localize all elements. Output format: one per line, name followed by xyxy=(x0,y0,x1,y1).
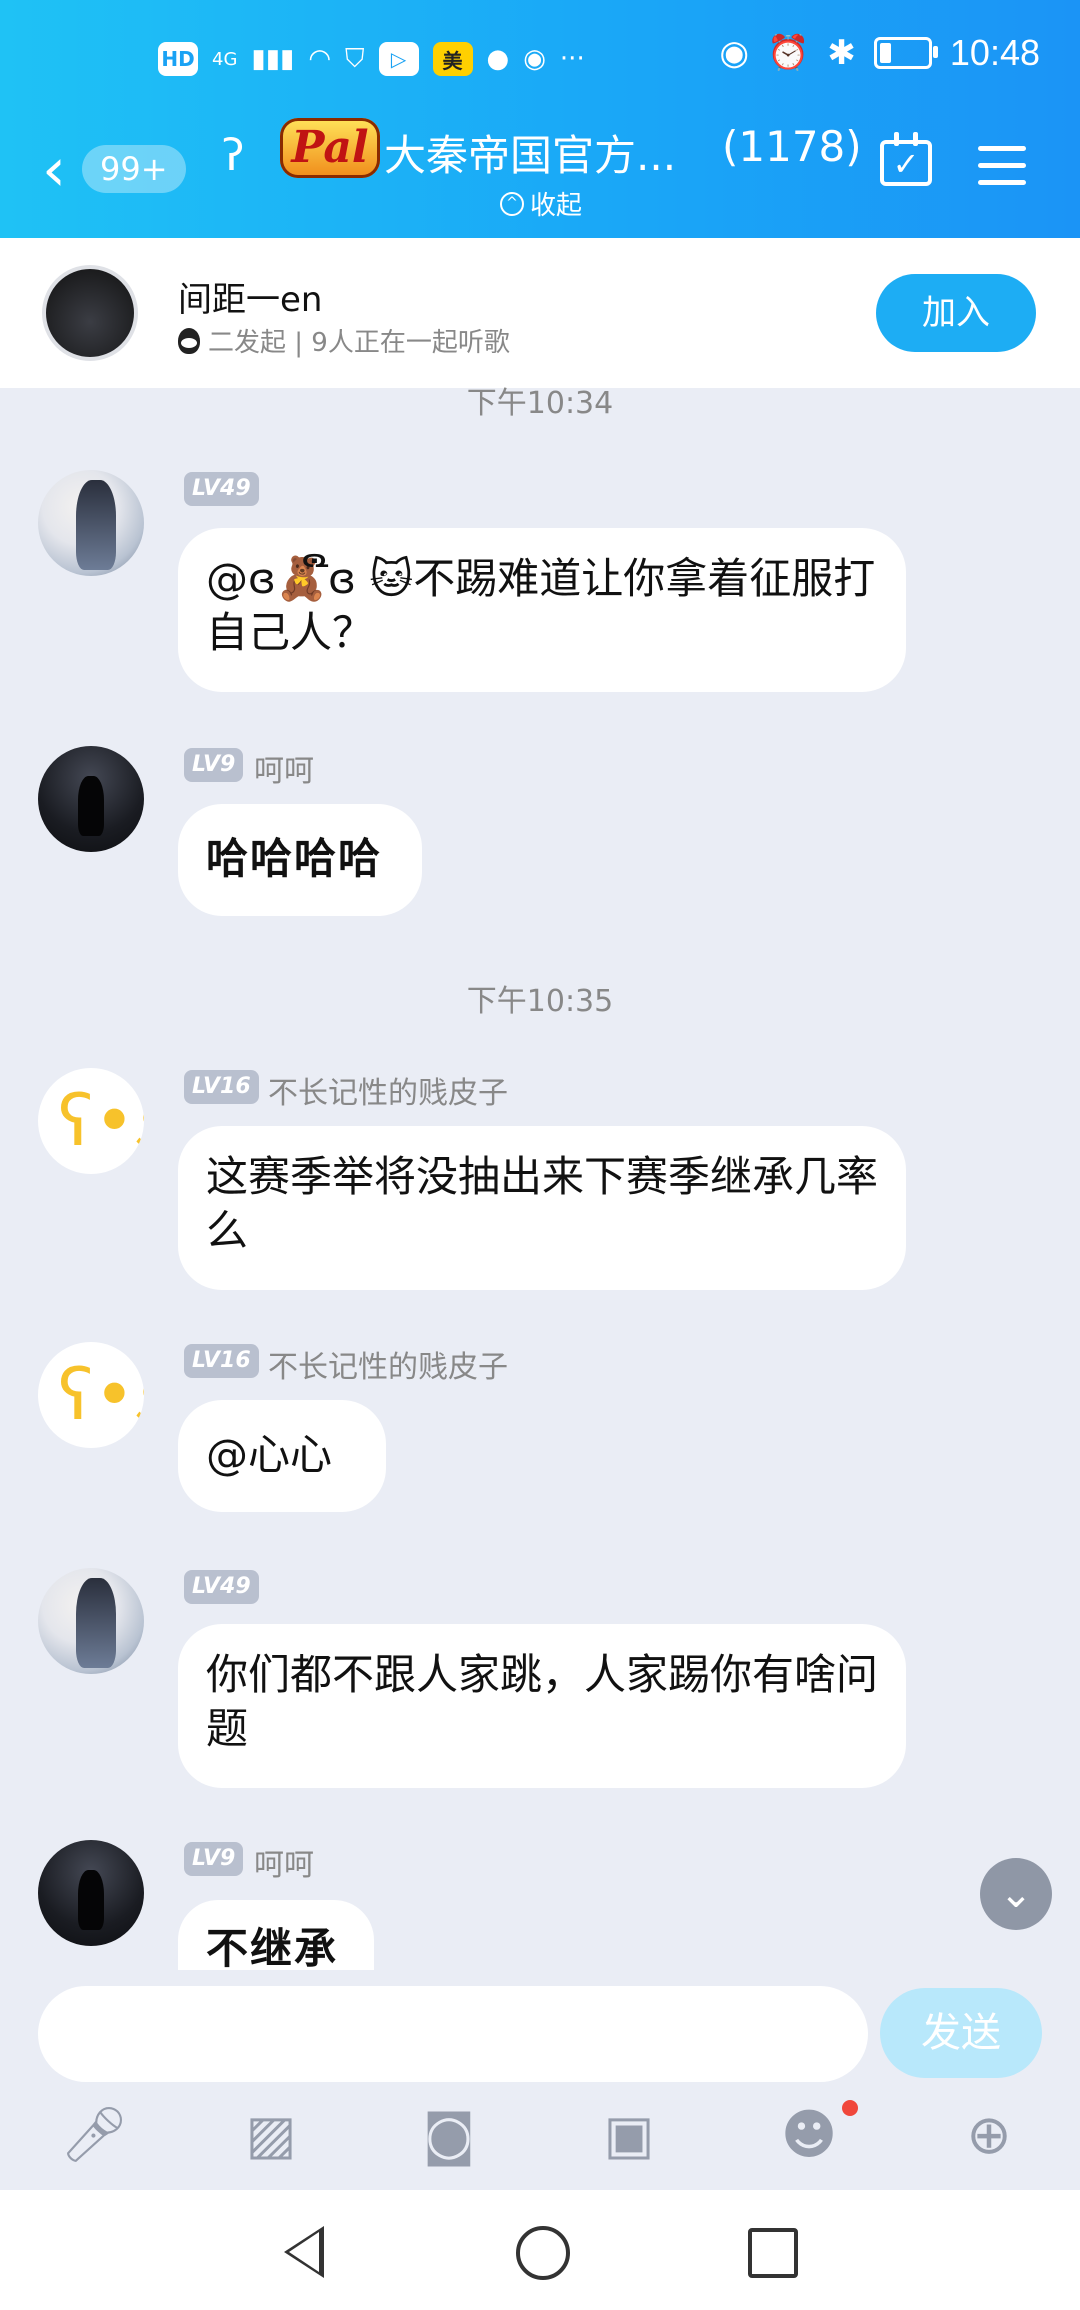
ear-mode-icon[interactable]: ʔ xyxy=(222,130,244,181)
listen-song-name: 间距一en xyxy=(178,280,323,320)
avatar[interactable]: ʕ•ᴥ•ʔ xyxy=(38,1068,144,1174)
sender-nickname[interactable]: 呵呵 xyxy=(254,1840,314,1884)
unread-badge[interactable]: 99+ xyxy=(82,145,186,193)
bear-avatar-icon: ʕ•ᴥ•ʔ xyxy=(58,1354,144,1436)
eye-icon: ◉ xyxy=(719,33,750,73)
app-notification-icon: ▷ xyxy=(378,42,419,76)
avatar[interactable]: ʕ•ᴥ•ʔ xyxy=(38,1342,144,1448)
collapse-toggle[interactable]: ^ 收起 xyxy=(500,185,582,222)
meituan-icon: 美 xyxy=(432,42,473,76)
avatar[interactable] xyxy=(38,470,144,576)
level-badge: LV16 xyxy=(184,1344,259,1378)
status-time: 10:48 xyxy=(949,32,1040,73)
message-bubble[interactable]: 你们都不跟人家跳，人家踢你有啥问题 xyxy=(178,1624,906,1788)
timestamp: 下午10:34 xyxy=(466,386,614,421)
nav-recents-icon[interactable] xyxy=(748,2228,798,2278)
wifi-icon: ◠ xyxy=(308,44,332,74)
scroll-down-chevron-icon[interactable]: ⌄ xyxy=(980,1858,1052,1930)
message-input[interactable] xyxy=(38,1986,868,2082)
message-bubble[interactable]: 这赛季举将没抽出来下赛季继承几率么 xyxy=(178,1126,906,1290)
avatar[interactable] xyxy=(38,746,144,852)
timestamp: 下午10:35 xyxy=(466,984,614,1019)
red-packet-icon[interactable]: ▣ xyxy=(598,2104,660,2166)
level-badge: LV16 xyxy=(184,1070,259,1104)
message-icon: ● xyxy=(486,44,510,74)
more-notifications: ··· xyxy=(559,44,585,74)
level-badge: LV9 xyxy=(184,748,244,782)
status-left: HD 4G ▮▮▮ ◠ ⛉ ▷ 美 ● ◉ ··· xyxy=(158,42,585,76)
message-bubble[interactable]: 不继承 xyxy=(178,1900,374,1970)
plus-icon[interactable]: ⊕ xyxy=(958,2104,1020,2166)
chevron-up-icon: ^ xyxy=(500,191,524,216)
member-count[interactable]: (1178) xyxy=(722,122,862,171)
sender-nickname[interactable]: 不长记性的贱皮子 xyxy=(268,1342,508,1386)
message-bubble[interactable]: @心心 xyxy=(178,1400,386,1512)
level-badge: LV49 xyxy=(184,1570,259,1604)
shield-icon: ⛉ xyxy=(345,43,365,74)
status-bar: HD 4G ▮▮▮ ◠ ⛉ ▷ 美 ● ◉ ··· ◉ ⏰ ✱ 10:48 xyxy=(0,0,1080,120)
menu-icon[interactable] xyxy=(978,146,1026,197)
listen-subtitle-text: 二发起 | 9人正在一起听歌 xyxy=(208,328,510,358)
status-right: ◉ ⏰ ✱ 10:48 xyxy=(719,32,1040,74)
avatar[interactable] xyxy=(38,1840,144,1946)
message-bubble[interactable]: @ɞ🧸ືɞ 🐱不踢难道让你拿着征服打自己人？ xyxy=(178,528,906,692)
camera-icon[interactable]: ◙ xyxy=(418,2104,480,2166)
song-avatar[interactable] xyxy=(42,265,138,361)
join-button[interactable]: 加入 xyxy=(876,274,1036,352)
alarm-icon: ⏰ xyxy=(767,33,810,73)
listen-subtitle: 二发起 | 9人正在一起听歌 xyxy=(178,322,510,359)
calendar-check-icon[interactable]: ✓ xyxy=(880,132,932,186)
send-button[interactable]: 发送 xyxy=(880,1988,1042,2078)
bluetooth-icon: ✱ xyxy=(827,33,856,73)
sender-nickname[interactable]: 呵呵 xyxy=(254,746,314,790)
browser-icon: ◉ xyxy=(523,44,546,74)
hd-badge: HD xyxy=(158,42,198,76)
battery-icon xyxy=(873,37,938,69)
nav-back-icon[interactable] xyxy=(284,2226,324,2278)
image-icon[interactable]: ▨ xyxy=(240,2104,302,2166)
avatar[interactable] xyxy=(38,1568,144,1674)
network-indicator: 4G xyxy=(212,48,238,70)
nav-home-icon[interactable] xyxy=(516,2226,570,2280)
microphone-icon[interactable]: 🎤︎ xyxy=(60,2104,129,2166)
bear-avatar-icon: ʕ•ᴥ•ʔ xyxy=(58,1080,144,1162)
level-badge: LV49 xyxy=(184,472,259,506)
message-bubble[interactable]: 哈哈哈哈 xyxy=(178,804,422,916)
battery-fill xyxy=(879,43,892,63)
back-chevron-icon[interactable]: ‹ xyxy=(42,140,66,200)
emoji-icon[interactable]: ☻ xyxy=(778,2104,840,2166)
game-logo: Pal xyxy=(280,118,380,178)
sender-nickname[interactable]: 不长记性的贱皮子 xyxy=(268,1068,508,1112)
notification-dot xyxy=(842,2100,858,2116)
level-badge: LV9 xyxy=(184,1842,244,1876)
signal-icon: ▮▮▮ xyxy=(251,44,295,74)
qq-penguin-icon xyxy=(178,327,200,354)
group-title[interactable]: 大秦帝国官方... xyxy=(384,122,676,183)
collapse-label: 收起 xyxy=(530,191,583,221)
